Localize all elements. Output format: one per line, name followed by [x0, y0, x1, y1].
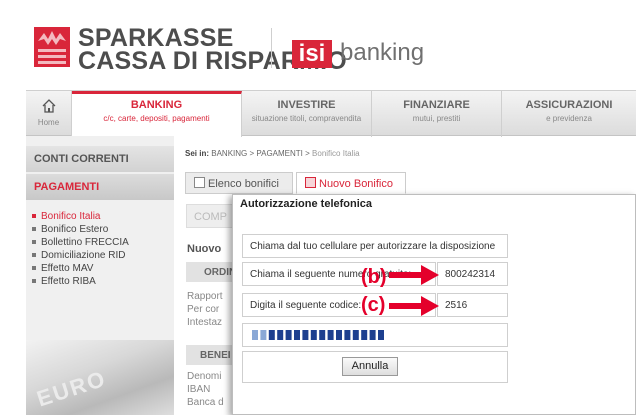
nav-home[interactable]: Home: [26, 91, 72, 137]
nav-finanziare[interactable]: FINANZIARE mutui, prestiti: [372, 91, 502, 137]
progress-segment: [268, 330, 275, 340]
bullet-icon: [32, 239, 36, 244]
banking-logo-text: banking: [340, 39, 425, 66]
nav-assicurazioni[interactable]: ASSICURAZIONI e previdenza: [502, 91, 636, 137]
instruction-row: Chiama dal tuo cellulare per autorizzare…: [242, 234, 508, 258]
document-icon: [305, 177, 316, 188]
field-label: Denomi: [187, 371, 222, 382]
sidebar-item-effetto-mav[interactable]: Effetto MAV: [30, 262, 170, 275]
compila-button[interactable]: COMP: [186, 204, 238, 228]
progress-segment: [344, 330, 351, 340]
progress-segment: [336, 330, 342, 340]
beneficiario-fields: Denomi IBAN Banca d: [187, 370, 224, 409]
field-label: IBAN: [187, 384, 211, 395]
codice-value: 2516: [437, 293, 508, 317]
sidebar-item-label: Bonifico Italia: [41, 211, 101, 222]
field-label: Rapport: [187, 291, 223, 302]
sidebar-section-pagamenti[interactable]: PAGAMENTI: [26, 174, 174, 200]
annotation-b-label: (b): [361, 266, 387, 288]
nav-investire[interactable]: INVESTIRE situazione titoli, compravendi…: [242, 91, 372, 137]
sidebar-list: Bonifico Italia Bonifico Estero Bolletti…: [30, 210, 170, 288]
annotation-c-arrow-icon: [389, 296, 439, 316]
progress-segment: [252, 330, 258, 340]
sidebar-item-domiciliazione-rid[interactable]: Domiciliazione RID: [30, 249, 170, 262]
progress-segment: [310, 330, 317, 340]
progress-segment: [327, 330, 334, 340]
field-label: Intestaz: [187, 317, 223, 328]
progress-segment: [302, 330, 309, 340]
progress-segment: [319, 330, 326, 340]
sidebar-item-bollettino-freccia[interactable]: Bollettino FRECCIA: [30, 236, 170, 249]
bullet-icon: [32, 213, 36, 218]
sidebar-item-label: Effetto RIBA: [41, 276, 96, 287]
sidebar-section-conti-correnti[interactable]: CONTI CORRENTI: [26, 146, 174, 172]
tab-nuovo-label: Nuovo Bonifico: [319, 178, 393, 190]
field-label: Banca d: [187, 397, 224, 408]
bullet-icon: [32, 265, 36, 270]
brand-divider: [271, 28, 272, 68]
sidebar-item-label: Bonifico Estero: [41, 224, 109, 235]
ordinante-bar: ORDIN: [186, 262, 236, 282]
sidebar-item-bonifico-italia[interactable]: Bonifico Italia: [30, 210, 170, 223]
breadcrumb: Sei in: BANKING > PAGAMENTI > Bonifico I…: [185, 149, 360, 158]
tab-elenco-bonifici[interactable]: Elenco bonifici: [185, 172, 293, 194]
numero-value: 800242314: [437, 262, 508, 286]
nav-assicurazioni-subtitle: e previdenza: [546, 114, 592, 123]
sparkasse-logo-icon: [34, 27, 70, 67]
progress-segment: [369, 330, 376, 340]
sidebar-item-bonifico-estero[interactable]: Bonifico Estero: [30, 223, 170, 236]
nav-finanziare-subtitle: mutui, prestiti: [412, 114, 461, 123]
progress-segment: [352, 330, 359, 340]
sidebar-item-label: Effetto MAV: [41, 263, 94, 274]
list-icon: [194, 177, 205, 188]
isi-logo: isi: [292, 40, 332, 68]
tab-elenco-label: Elenco bonifici: [208, 178, 279, 190]
sidebar-item-effetto-riba[interactable]: Effetto RIBA: [30, 275, 170, 288]
main-nav: Home BANKING c/c, carte, depositi, pagam…: [26, 90, 636, 137]
breadcrumb-path[interactable]: BANKING > PAGAMENTI >: [211, 149, 310, 158]
annulla-button[interactable]: Annulla: [342, 357, 398, 376]
annotation-b-arrow-icon: [389, 265, 439, 285]
nav-banking-subtitle: c/c, carte, depositi, pagamenti: [103, 114, 210, 123]
beneficiario-bar: BENEI: [186, 345, 236, 365]
progress-segment: [285, 330, 292, 340]
nav-assicurazioni-title: ASSICURAZIONI: [525, 99, 613, 111]
tab-nuovo-bonifico[interactable]: Nuovo Bonifico: [296, 172, 406, 194]
nav-finanziare-title: FINANZIARE: [403, 99, 470, 111]
breadcrumb-prefix: Sei in:: [185, 149, 210, 158]
progress-segment: [378, 330, 384, 340]
bullet-icon: [32, 226, 36, 231]
nav-investire-title: INVESTIRE: [277, 99, 336, 111]
breadcrumb-current: Bonifico Italia: [312, 149, 360, 158]
progress-segment: [260, 330, 267, 340]
nav-banking[interactable]: BANKING c/c, carte, depositi, pagamenti: [72, 91, 242, 137]
field-label: Per cor: [187, 304, 220, 315]
nav-banking-title: BANKING: [130, 99, 183, 111]
annotation-c-label: (c): [361, 294, 386, 316]
progress-segment: [361, 330, 368, 340]
ordinante-fields: Rapport Per cor Intestaz: [187, 290, 223, 329]
progress-indicator: [252, 330, 384, 340]
bullet-icon: [32, 278, 36, 283]
home-icon: [42, 99, 55, 113]
bullet-icon: [32, 252, 36, 257]
sidebar-item-label: Bollettino FRECCIA: [41, 237, 129, 248]
section-heading: Nuovo: [187, 243, 222, 255]
progress-segment: [277, 330, 284, 340]
nav-investire-subtitle: situazione titoli, compravendita: [251, 114, 362, 123]
modal-title: Autorizzazione telefonica: [240, 198, 373, 210]
progress-segment: [294, 330, 300, 340]
nav-home-label: Home: [37, 118, 60, 127]
sidebar-item-label: Domiciliazione RID: [41, 250, 126, 261]
